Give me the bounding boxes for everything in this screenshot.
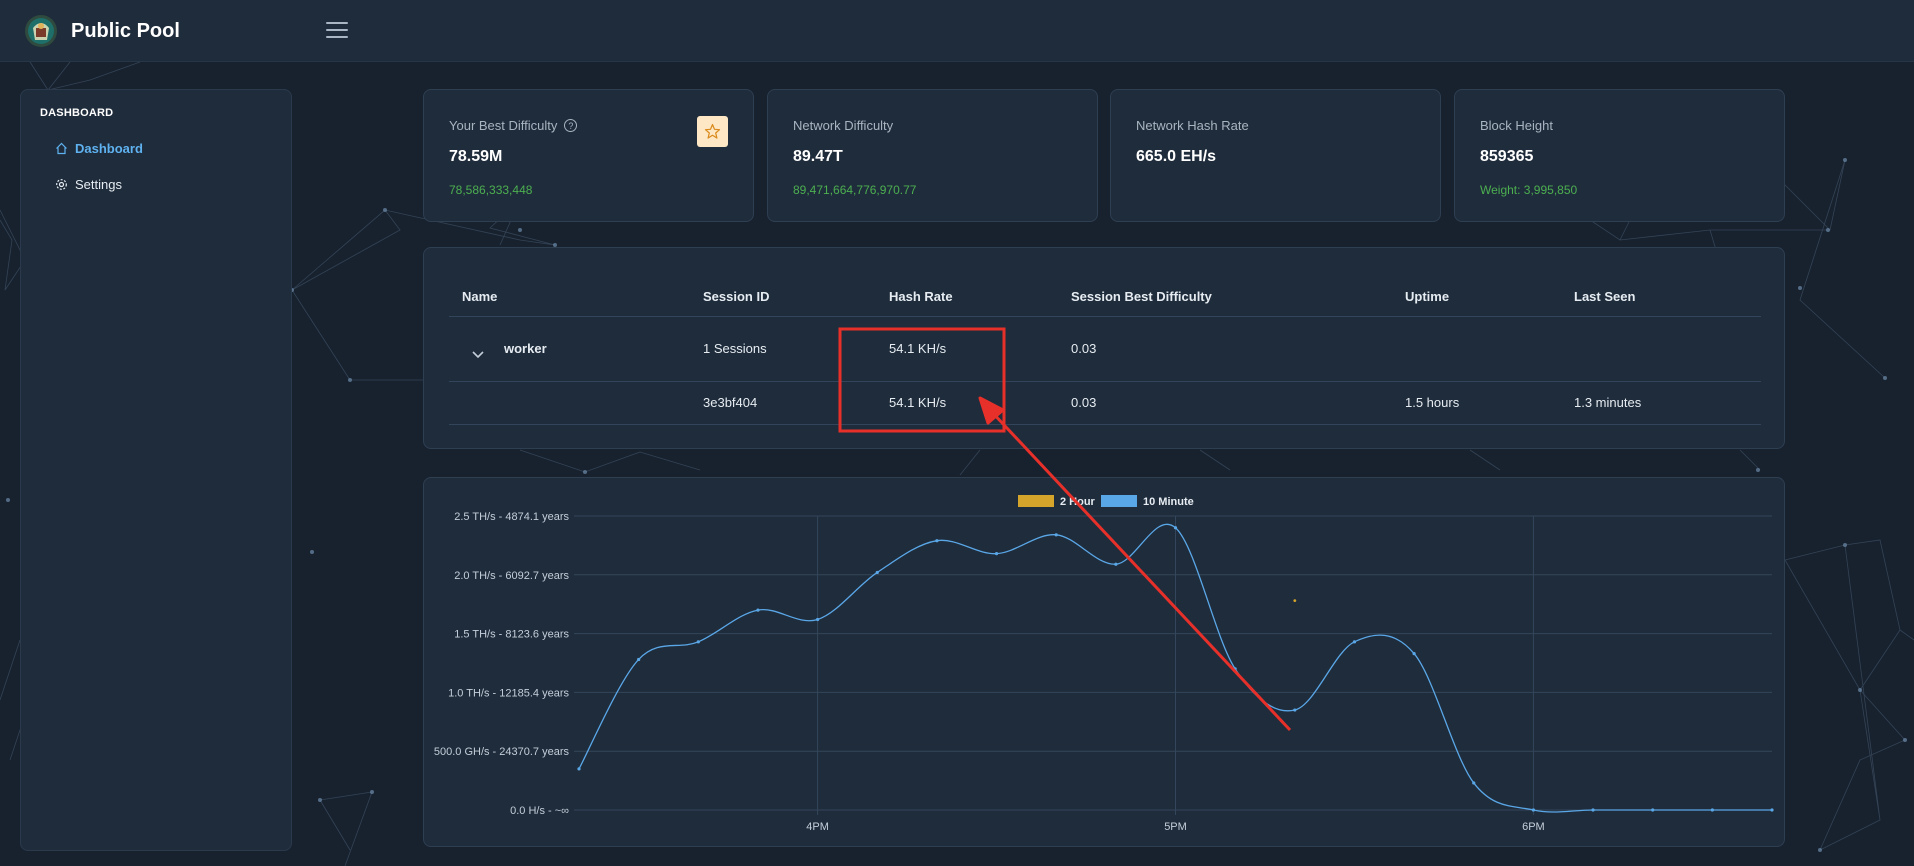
legend-label: 10 Minute: [1143, 496, 1194, 508]
series-point-10-minute: [1173, 526, 1178, 530]
card-label: Network Hash Rate: [1136, 118, 1249, 133]
series-point-10-minute: [935, 539, 939, 543]
column-header-session-id[interactable]: Session ID: [703, 289, 769, 304]
column-header-last-seen[interactable]: Last Seen: [1574, 289, 1635, 304]
card-label: Network Difficulty: [793, 118, 894, 133]
card-network-hash-rate: Network Hash Rate 665.0 EH/s: [1110, 89, 1441, 222]
y-tick-label: 500.0 GH/s - 24370.7 years: [434, 746, 570, 758]
column-header-session-best-difficulty[interactable]: Session Best Difficulty: [1071, 289, 1212, 304]
sidebar: DASHBOARD Dashboard Settings: [20, 89, 292, 851]
series-point-10-minute: [696, 640, 700, 644]
series-point-10-minute: [1710, 808, 1714, 812]
series-point-10-minute: [816, 617, 820, 622]
session-hash-rate: 54.1 KH/s: [889, 395, 947, 410]
app-title: Public Pool: [71, 20, 180, 42]
x-tick-label: 5PM: [1164, 821, 1187, 833]
help-icon[interactable]: ?: [564, 119, 578, 132]
session-uptime: 1.5 hours: [1405, 395, 1460, 410]
series-point-10-minute: [1233, 667, 1237, 671]
series-point-10-minute: [875, 570, 879, 575]
card-label: Your Best Difficulty: [449, 118, 558, 133]
star-icon: [704, 123, 721, 139]
series-point-10-minute: [1114, 562, 1118, 566]
home-icon: [56, 142, 67, 154]
series-point-10-minute: [1352, 640, 1357, 644]
chevron-down-icon[interactable]: [469, 345, 487, 363]
legend-label: 2 Hour: [1060, 496, 1096, 508]
y-tick-label: 2.5 TH/s - 4874.1 years: [454, 511, 569, 523]
series-point-10-minute: [756, 608, 760, 612]
worker-sessions: 1 Sessions: [703, 341, 767, 356]
series-point-10-minute: [1531, 808, 1535, 812]
x-tick-label: 6PM: [1522, 821, 1545, 833]
menu-toggle-icon[interactable]: [326, 22, 348, 40]
y-tick-label: 1.0 TH/s - 12185.4 years: [448, 687, 569, 699]
series-point-10-minute: [1054, 533, 1058, 537]
card-network-difficulty: Network Difficulty 89.47T 89,471,664,776…: [767, 89, 1098, 222]
card-value: 78.59M: [449, 148, 503, 165]
sidebar-item-label: Settings: [75, 176, 122, 192]
legend-swatch: [1018, 495, 1054, 507]
card-subvalue: Weight: 3,995,850: [1480, 183, 1578, 197]
series-point-10-minute: [1591, 808, 1595, 812]
y-tick-label: 1.5 TH/s - 8123.6 years: [454, 629, 569, 641]
series-point-10-minute: [577, 767, 581, 771]
card-value: 859365: [1480, 148, 1534, 165]
card-block-height: Block Height 859365 Weight: 3,995,850: [1454, 89, 1785, 222]
series-point-10-minute: [637, 657, 641, 662]
column-header-name[interactable]: Name: [462, 289, 497, 304]
card-value: 665.0 EH/s: [1136, 148, 1217, 165]
sidebar-section-title: DASHBOARD: [40, 107, 114, 119]
favorite-star-button[interactable]: [697, 116, 728, 147]
card-value: 89.47T: [793, 148, 843, 165]
series-point-10-minute: [994, 552, 999, 556]
session-id: 3e3bf404: [703, 395, 758, 410]
series-point-10-minute: [1770, 808, 1774, 812]
sidebar-item-label: Dashboard: [75, 140, 143, 156]
session-last-seen: 1.3 minutes: [1574, 395, 1642, 410]
sidebar-item-dashboard[interactable]: Dashboard: [55, 138, 143, 158]
row-divider: [449, 424, 1761, 425]
y-tick-label: 2.0 TH/s - 6092.7 years: [454, 570, 569, 582]
series-point-2-hour: [1293, 599, 1297, 603]
x-tick-label: 4PM: [806, 821, 829, 833]
series-point-10-minute: [1293, 708, 1297, 712]
card-subvalue: 78,586,333,448: [449, 183, 533, 197]
top-bar: Public Pool: [0, 0, 1914, 62]
legend-swatch: [1101, 495, 1137, 507]
card-best-difficulty: Your Best Difficulty ? 78.59M 78,586,333…: [423, 89, 754, 222]
column-header-uptime[interactable]: Uptime: [1405, 289, 1449, 304]
series-point-10-minute: [1651, 808, 1655, 812]
row-divider: [449, 316, 1761, 317]
column-header-hash-rate[interactable]: Hash Rate: [889, 289, 953, 304]
row-divider: [449, 381, 1761, 382]
series-point-10-minute: [1412, 651, 1416, 656]
public-pool-logo-icon[interactable]: [24, 14, 58, 48]
y-tick-label: 0.0 H/s - ~∞: [510, 805, 569, 817]
hashrate-chart: 0.0 H/s - ~∞ 500.0 GH/s - 24370.7 years 1.…: [423, 477, 1785, 847]
workers-table: Name Session ID Hash Rate Session Best D…: [423, 247, 1785, 449]
worker-name: worker: [504, 341, 547, 356]
series-point-10-minute: [1472, 781, 1476, 785]
session-best-difficulty: 0.03: [1071, 395, 1097, 410]
gear-icon: [56, 178, 67, 190]
hashrate-chart-svg: 0.0 H/s - ~∞ 500.0 GH/s - 24370.7 years 1.…: [434, 495, 1774, 833]
worker-best-difficulty: 0.03: [1071, 341, 1097, 356]
worker-hash-rate: 54.1 KH/s: [889, 341, 947, 356]
sidebar-item-settings[interactable]: Settings: [55, 174, 122, 194]
card-label: Block Height: [1480, 118, 1553, 133]
card-subvalue: 89,471,664,776,970.77: [793, 183, 917, 197]
